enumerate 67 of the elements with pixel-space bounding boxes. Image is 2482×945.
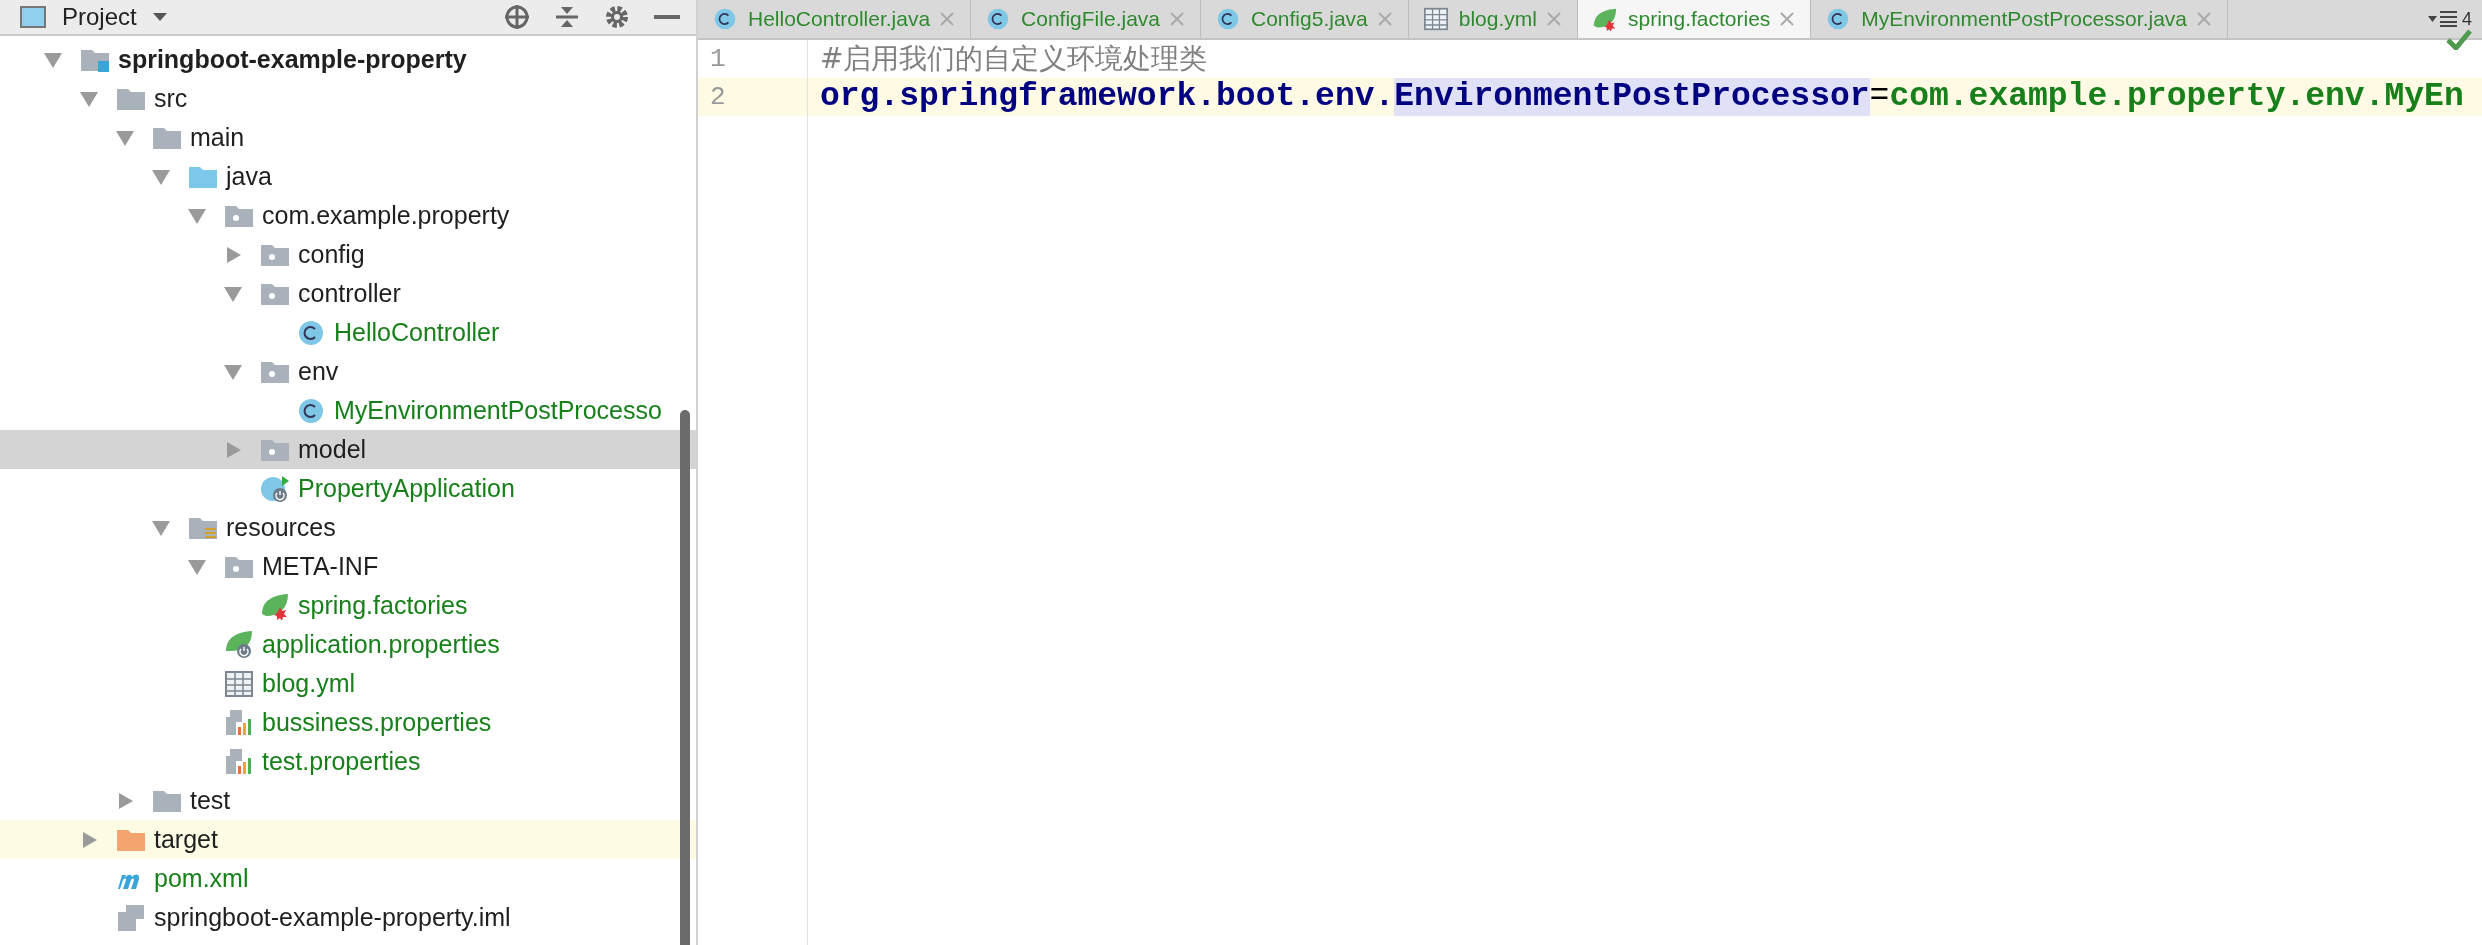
tree-item[interactable]: HelloController <box>0 313 696 352</box>
leaf-icon <box>260 591 290 620</box>
editor-tab[interactable]: spring.factories <box>1577 0 1812 38</box>
class-icon <box>712 7 738 31</box>
close-icon[interactable] <box>1780 12 1795 26</box>
expanded-arrow-icon[interactable] <box>42 50 64 69</box>
tree-item[interactable]: model <box>0 430 696 469</box>
expanded-arrow-icon[interactable] <box>150 167 172 186</box>
checkmark-icon <box>2446 28 2472 50</box>
crosshair-icon[interactable] <box>504 4 530 30</box>
table-icon <box>224 669 254 698</box>
properties-file-icon <box>224 708 254 737</box>
file-icon <box>116 903 146 932</box>
class-icon <box>296 396 326 425</box>
tree-item[interactable]: blog.yml <box>0 664 696 703</box>
close-icon[interactable] <box>1546 12 1561 26</box>
tab-list-icon[interactable] <box>2428 10 2458 28</box>
class-icon <box>1215 7 1241 31</box>
tree-item[interactable]: src <box>0 79 696 118</box>
tree-item[interactable]: MyEnvironmentPostProcesso <box>0 391 696 430</box>
minimize-icon[interactable] <box>654 14 680 20</box>
tree-item[interactable]: controller <box>0 274 696 313</box>
tree-item[interactable]: META-INF <box>0 547 696 586</box>
dropdown-caret-icon[interactable] <box>152 12 167 22</box>
tree-item[interactable]: springboot-example-property.iml <box>0 898 696 937</box>
close-icon[interactable] <box>1170 12 1184 26</box>
tree-item[interactable]: com.example.property <box>0 196 696 235</box>
expanded-arrow-icon[interactable] <box>222 284 244 303</box>
settings-icon[interactable] <box>604 4 630 30</box>
line-number: 2 <box>698 78 807 116</box>
tree-item[interactable]: test <box>0 781 696 820</box>
panel-icon <box>20 6 46 28</box>
expanded-arrow-icon[interactable] <box>222 362 244 381</box>
tree-item[interactable]: target <box>0 820 696 859</box>
line-number: 1 <box>709 42 727 76</box>
tree-item[interactable]: main <box>0 118 696 157</box>
expanded-arrow-icon[interactable] <box>186 557 208 576</box>
tree-item[interactable]: java <box>0 157 696 196</box>
collapse-icon[interactable] <box>554 4 580 30</box>
table-icon <box>1422 7 1449 31</box>
close-icon[interactable] <box>2197 12 2211 26</box>
boot-class-icon <box>260 474 290 503</box>
tree-item[interactable]: test.properties <box>0 742 696 781</box>
tree-item[interactable]: PropertyApplication <box>0 469 696 508</box>
close-icon[interactable] <box>940 12 955 26</box>
expanded-arrow-icon[interactable] <box>186 206 208 225</box>
tree-item[interactable]: env <box>0 352 696 391</box>
tree-item[interactable]: resources <box>0 508 696 547</box>
properties-file-icon <box>224 747 254 776</box>
tab-count: 4 <box>2462 7 2472 31</box>
close-icon[interactable] <box>1377 12 1392 26</box>
tree-item[interactable]: application.properties <box>0 625 696 664</box>
class-icon <box>296 318 326 347</box>
leaf-icon <box>1591 7 1618 31</box>
code-line: #启用我们的自定义环境处理类 <box>819 41 1209 77</box>
tree-item[interactable]: springboot-example-property <box>0 40 696 79</box>
expanded-arrow-icon[interactable] <box>78 89 100 108</box>
scrollbar[interactable] <box>680 410 690 945</box>
tree-item[interactable]: config <box>0 235 696 274</box>
panel-title[interactable]: Project <box>62 0 137 35</box>
expanded-arrow-icon[interactable] <box>114 128 136 147</box>
code-line: org.springframework.boot.env.EnvironmentPostProcessor=com.example.property.env.MyEn <box>819 78 2465 116</box>
tree-item[interactable]: bussiness.properties <box>0 703 696 742</box>
tree-item[interactable]: spring.factories <box>0 586 696 625</box>
expanded-arrow-icon[interactable] <box>150 518 172 537</box>
leaf-icon <box>224 630 254 659</box>
tree-item[interactable]: pom.xml <box>0 859 696 898</box>
